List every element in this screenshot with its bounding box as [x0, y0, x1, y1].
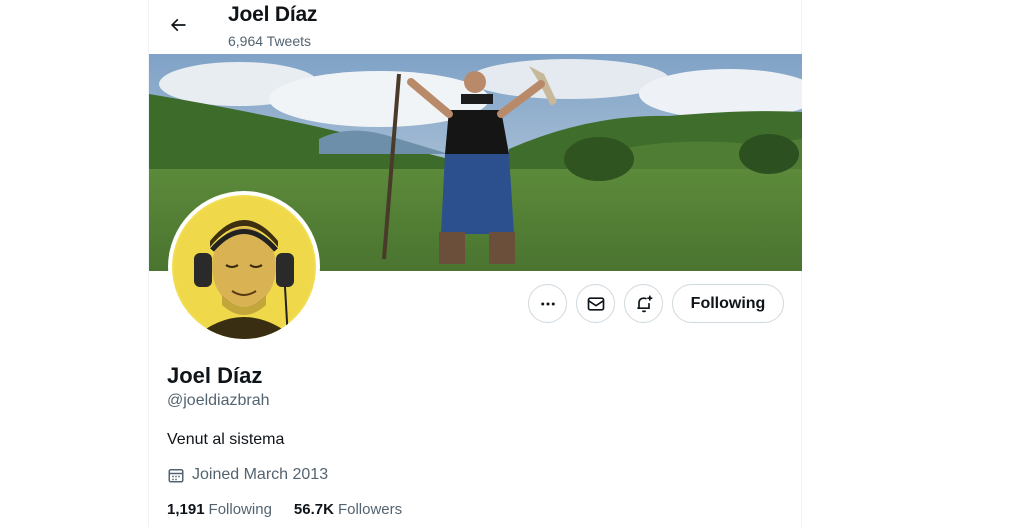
profile-handle: @joeldiazbrah — [167, 392, 270, 409]
profile-actions: Following — [528, 284, 784, 324]
followers-count: 56.7K — [293, 501, 334, 518]
following-label: Following — [208, 501, 272, 518]
following-link[interactable]: 1,191 Following — [167, 501, 272, 518]
notify-button[interactable] — [624, 284, 663, 323]
bell-plus-icon — [636, 295, 652, 312]
followers-label: Followers — [337, 501, 403, 518]
more-icon — [540, 302, 555, 305]
joined-label: Joined March 2013 — [192, 466, 329, 483]
profile-stats: 1,191 Following 56.7K Followers — [167, 501, 402, 518]
calendar-icon — [168, 469, 184, 483]
following-button[interactable]: Following — [672, 284, 784, 323]
arrow-left-icon — [170, 18, 186, 32]
envelope-icon — [587, 296, 604, 311]
profile-column: Joel Díaz 6,964 Tweets Following Joel Dí… — [148, 0, 802, 527]
profile-name: Joel Díaz — [167, 363, 263, 388]
back-button[interactable] — [161, 8, 195, 42]
header-title: Joel Díaz — [228, 3, 318, 26]
more-button[interactable] — [528, 284, 567, 323]
tweet-count: 6,964 Tweets — [228, 33, 312, 49]
profile-bio: Venut al sistema — [167, 431, 285, 448]
following-count: 1,191 — [167, 501, 205, 518]
followers-link[interactable]: 56.7K Followers — [294, 501, 402, 518]
avatar[interactable] — [168, 191, 320, 343]
profile-header: Joel Díaz 6,964 Tweets — [149, 0, 801, 54]
message-button[interactable] — [576, 284, 615, 323]
joined-date: Joined March 2013 — [167, 466, 328, 484]
